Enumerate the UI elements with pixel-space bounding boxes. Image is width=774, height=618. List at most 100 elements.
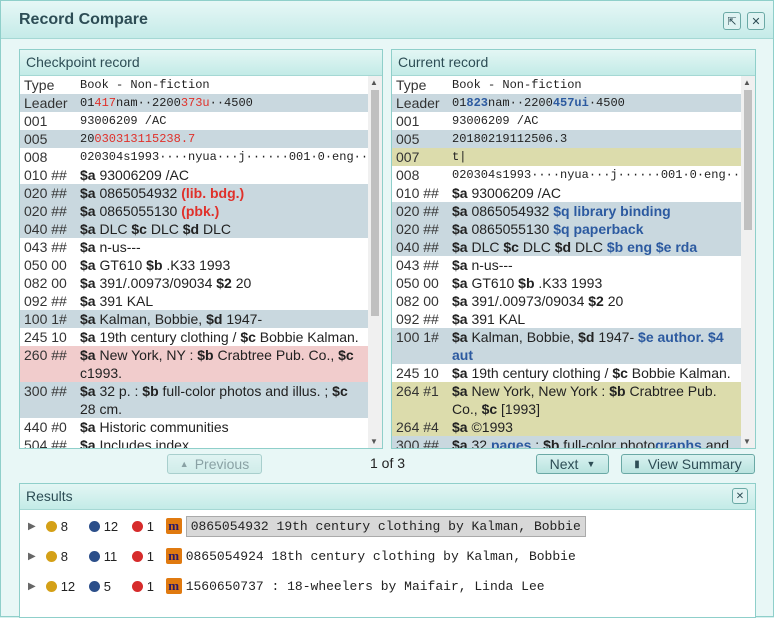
marc-field-row: 082 00 $a 391/.00973/09034 $2 20 — [20, 274, 368, 292]
marc-field-row: 005 20180219112506.3 — [392, 130, 741, 148]
result-row[interactable]: ▶ 8 11 1 m 0865054924 18th century clothing b… — [28, 544, 576, 568]
marc-tag: 082 00 — [24, 275, 67, 291]
minus-circle-icon — [131, 550, 143, 562]
scroll-thumb[interactable] — [371, 90, 379, 316]
view-summary-button[interactable]: ▮ View Summary — [621, 454, 755, 474]
scroll-up-icon[interactable]: ▲ — [743, 78, 751, 87]
close-icon[interactable]: ✕ — [732, 488, 748, 504]
marc-value: $a ©1993 — [452, 419, 513, 435]
add-count-value: 8 — [60, 518, 68, 534]
marc-field-row: 001 93006209 /AC — [20, 112, 368, 130]
marc-field-row: 092 ## $a 391 KAL — [20, 292, 368, 310]
next-button[interactable]: Next ▼ — [536, 454, 609, 474]
marc-tag: 100 1# — [24, 311, 67, 327]
marc-tag: 020 ## — [24, 203, 67, 219]
scroll-thumb[interactable] — [744, 90, 752, 230]
delete-count: 1 — [131, 548, 158, 564]
marc-field-row: 020 ## $a 0865054932 $q library binding — [392, 202, 741, 220]
checkpoint-scrollbar[interactable]: ▲ ▼ — [368, 76, 382, 448]
marc-tag: 264 #1 — [396, 383, 439, 399]
popout-icon[interactable]: ⇱ — [723, 12, 741, 30]
plus-circle-icon — [45, 520, 57, 532]
change-count: 12 — [88, 518, 132, 534]
delete-count: 1 — [131, 519, 158, 534]
previous-button[interactable]: ▲ Previous — [167, 454, 262, 474]
marc-field-row: 020 ## $a 0865054932 (lib. bdg.) — [20, 184, 368, 202]
marc-tag: 260 ## — [24, 347, 67, 363]
change-count: 11 — [88, 549, 132, 564]
change-count-value: 5 — [103, 578, 111, 594]
marc-tag: 245 10 — [24, 329, 67, 345]
marc-field-row: 264 #4 $a ©1993 — [392, 418, 741, 436]
marc-value: $a n-us--- — [452, 257, 513, 273]
marc-tag: 100 1# — [396, 329, 439, 345]
marc-tag: 092 ## — [24, 293, 67, 309]
marc-tag: 300 ## — [24, 383, 67, 399]
delete-count-value: 1 — [146, 578, 154, 594]
marc-tag: Leader — [24, 95, 68, 111]
expand-icon[interactable]: ▶ — [28, 521, 36, 532]
marc-field-row: 020 ## $a 0865055130 $q paperback — [392, 220, 741, 238]
marc-value: $a 0865054932 (lib. bdg.) — [80, 185, 245, 201]
marc-tag: Type — [396, 77, 427, 93]
scroll-up-icon[interactable]: ▲ — [370, 78, 378, 87]
marc-field-row: 300 ## $a 32 p. : $b full-color photos an… — [20, 382, 368, 418]
marc-field-row: 008 020304s1993····nyua···j······001·0·en… — [392, 166, 741, 184]
marc-tag: 040 ## — [24, 221, 67, 237]
scroll-down-icon[interactable]: ▼ — [743, 437, 751, 446]
marc-tag: 440 #0 — [24, 419, 67, 435]
marc-value: $a 19th century clothing / $c Bobbie Kal… — [452, 365, 731, 381]
marc-tag: 043 ## — [396, 257, 439, 273]
marc-field-row: 245 10 $a 19th century clothing / $c Bobb… — [392, 364, 741, 382]
results-title: Results — [26, 488, 73, 504]
chevron-down-icon: ▼ — [586, 459, 596, 469]
add-count: 12 — [45, 579, 89, 594]
marc-tag: 008 — [24, 149, 48, 165]
result-row[interactable]: ▶ 8 12 1 m 0865054932 19th century clothing b… — [28, 514, 586, 538]
results-header: Results ✕ — [20, 484, 755, 510]
result-text[interactable]: 1560650737 : 18-wheelers by Maifair, Lin… — [186, 579, 545, 594]
plus-circle-icon — [45, 580, 57, 592]
marc-field-row: 300 ## $a 32 pages : $b full-color photog… — [392, 436, 741, 448]
marc-value: $a 391/.00973/09034 $2 20 — [452, 293, 624, 309]
marc-field-row: 010 ## $a 93006209 /AC — [392, 184, 741, 202]
minus-circle-icon — [131, 520, 143, 532]
marc-tag: 010 ## — [396, 185, 439, 201]
marc-record-icon: m — [165, 578, 182, 594]
add-count: 8 — [45, 518, 89, 534]
scroll-down-icon[interactable]: ▼ — [370, 437, 378, 446]
delete-count-value: 1 — [146, 548, 154, 564]
result-row[interactable]: ▶ 12 5 1 m 1560650737 : 18-wheelers by Maifai… — [28, 574, 545, 598]
checkpoint-record-panel: Checkpoint record Type Book - Non-fiction… — [19, 49, 383, 449]
marc-value: $a Historic communities — [80, 419, 229, 435]
record-compare-window: Record Compare ⇱ ✕ Checkpoint record Typ… — [0, 0, 774, 618]
marc-field-row: 010 ## $a 93006209 /AC — [20, 166, 368, 184]
marc-field-row: 040 ## $a DLC $c DLC $d DLC $b eng $e rda — [392, 238, 741, 256]
marc-field-row: 043 ## $a n-us--- — [392, 256, 741, 274]
current-record-rows: Type Book - Non-fiction Leader 01823nam··22… — [392, 76, 741, 448]
marc-value: $a 0865054932 $q library binding — [452, 203, 671, 219]
current-record-panel: Current record Type Book - Non-fiction Lea… — [391, 49, 756, 449]
marc-value: 93006209 /AC — [452, 114, 539, 128]
marc-tag: 020 ## — [396, 203, 439, 219]
marc-value: 93006209 /AC — [80, 114, 167, 128]
marc-value: $a 93006209 /AC — [80, 167, 189, 183]
triangle-circle-icon — [88, 550, 100, 562]
marc-field-row: 092 ## $a 391 KAL — [392, 310, 741, 328]
title-bar: Record Compare ⇱ ✕ — [1, 1, 773, 39]
marc-record-icon: m — [165, 518, 182, 534]
change-count-value: 12 — [103, 518, 119, 534]
current-record-title: Current record — [392, 50, 755, 76]
marc-value: $a 32 pages : $b full-color photographs … — [452, 437, 730, 448]
marc-value: $a 19th century clothing / $c Bobbie Kal… — [80, 329, 359, 345]
marc-tag: Leader — [396, 95, 440, 111]
expand-icon[interactable]: ▶ — [28, 551, 36, 562]
marc-value: $a Kalman, Bobbie, $d 1947- $e author. $… — [452, 329, 724, 363]
result-text[interactable]: 0865054932 19th century clothing by Kalm… — [185, 515, 586, 537]
result-text[interactable]: 0865054924 18th century clothing by Kalm… — [186, 549, 576, 564]
expand-icon[interactable]: ▶ — [28, 581, 36, 592]
current-scrollbar[interactable]: ▲ ▼ — [741, 76, 755, 448]
view-summary-label: View Summary — [647, 456, 742, 472]
close-icon[interactable]: ✕ — [747, 12, 765, 30]
marc-value: $a GT610 $b .K33 1993 — [80, 257, 231, 273]
